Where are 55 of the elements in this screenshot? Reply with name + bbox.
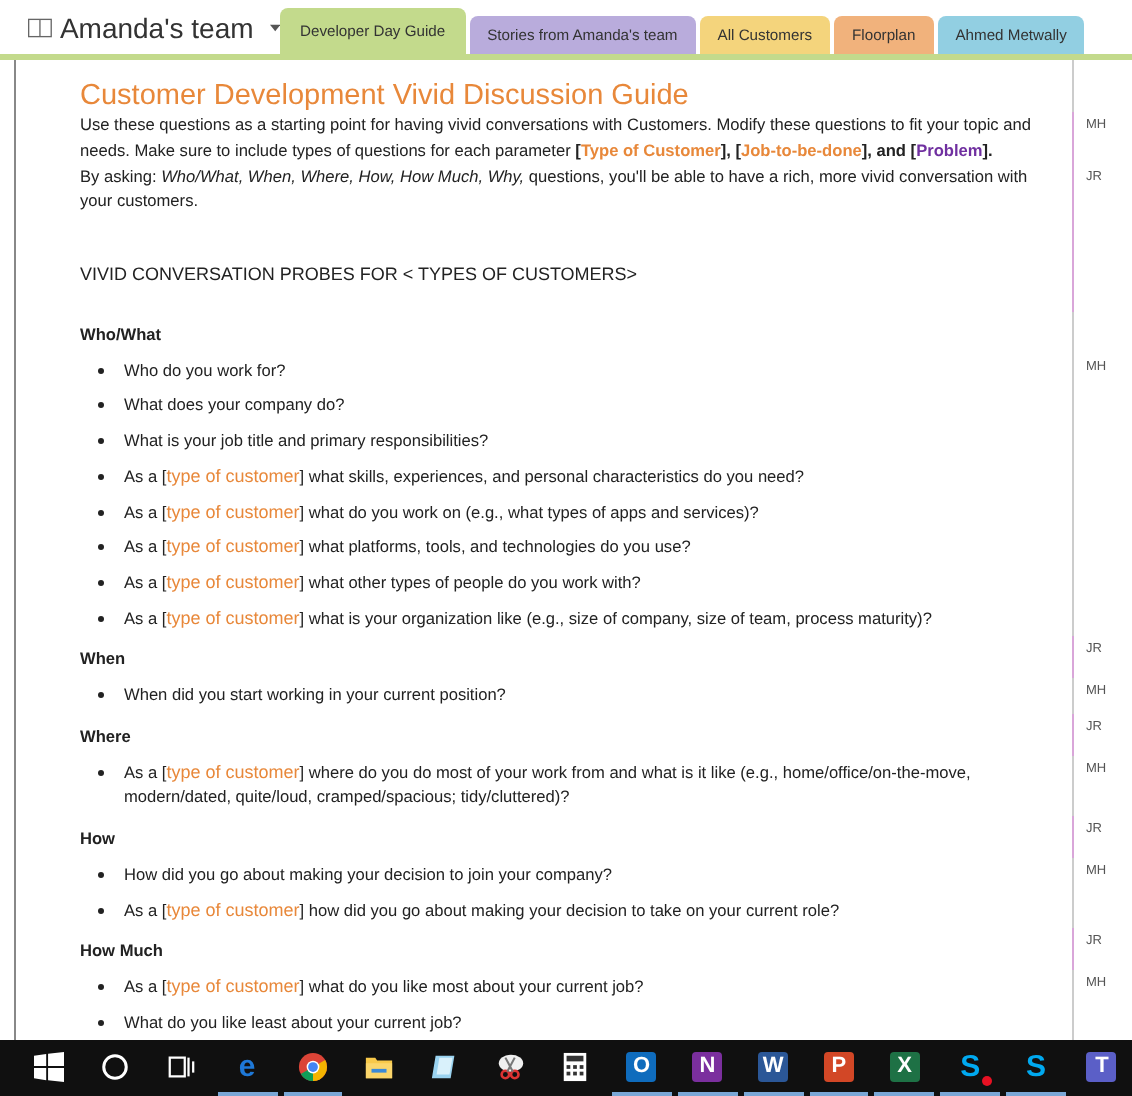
question-text: When did you start working in your current position? bbox=[124, 682, 506, 708]
question-text: Who do you work for? bbox=[124, 357, 286, 384]
paragraph: Use these questions as a starting point for having vivid conversations with Customers. Modify these questions to fit your topic and needs. Make sure to include types of questions for each parameter [Type of Customer], [Job-to-be-done], and [Problem]. bbox=[80, 112, 1033, 164]
question-text: As a [type of customer] what platforms, tools, and technologies do you use? bbox=[124, 534, 691, 561]
bullet-icon bbox=[98, 402, 104, 409]
bullet-icon bbox=[98, 473, 104, 480]
section-heading: When bbox=[80, 646, 126, 673]
question-text: How did you go about making your decision to join your company? bbox=[124, 861, 612, 888]
question-text: As a [type of customer] what do you work on (e.g., what types of apps and services)? bbox=[124, 499, 759, 525]
question-text: What is your job title and primary responsibilities? bbox=[124, 428, 489, 454]
scissors-icon[interactable] bbox=[495, 1051, 526, 1081]
app-icon[interactable]: O bbox=[626, 1051, 657, 1081]
app-icon[interactable]: X bbox=[889, 1051, 920, 1081]
bullet-icon bbox=[98, 907, 104, 914]
bullet-icon bbox=[98, 509, 104, 516]
question-text: As a [type of customer] what do you like most about your current job? bbox=[124, 974, 644, 1000]
section-heading: How bbox=[80, 826, 116, 852]
question-text: What does your company do? bbox=[124, 392, 345, 419]
bullet-icon bbox=[98, 769, 104, 776]
notebook-icon bbox=[28, 15, 52, 39]
app-icon[interactable]: T bbox=[1086, 1051, 1117, 1081]
search-icon[interactable] bbox=[100, 1051, 131, 1081]
app-icon[interactable]: S bbox=[1021, 1051, 1052, 1081]
calculator-icon[interactable] bbox=[560, 1051, 591, 1081]
bullet-icon bbox=[98, 692, 104, 699]
bullet-icon bbox=[98, 1019, 104, 1026]
app-icon[interactable]: W bbox=[758, 1051, 789, 1081]
section-heading: Where bbox=[80, 723, 131, 750]
app-icon[interactable]: e bbox=[232, 1051, 263, 1081]
bullet-icon bbox=[98, 579, 104, 586]
browser-icon[interactable] bbox=[297, 1051, 328, 1081]
question-text: As a [type of customer] what skills, experiences, and personal characteristics do you need? bbox=[124, 463, 805, 490]
notebook-title[interactable]: Amanda's team bbox=[59, 11, 254, 43]
bullet-icon bbox=[98, 871, 104, 878]
bullet-icon bbox=[98, 984, 104, 991]
windows-icon[interactable] bbox=[34, 1051, 65, 1081]
page-title: Customer Development Vivid Discussion Guide bbox=[80, 80, 689, 112]
notepad-icon[interactable] bbox=[429, 1051, 460, 1081]
question-text: As a [type of customer] what is your organization like (e.g., size of company, size of team, process maturity)? bbox=[124, 605, 932, 631]
bullet-icon bbox=[98, 615, 104, 622]
section-heading: Who/What bbox=[80, 321, 162, 348]
app-icon[interactable]: N bbox=[692, 1051, 723, 1081]
section-title: VIVID CONVERSATION PROBES FOR < TYPES OF CUSTOMERS> bbox=[80, 262, 638, 288]
task-view-icon[interactable] bbox=[166, 1051, 197, 1081]
paragraph: By asking: Who/What, When, Where, How, How Much, Why, questions, you'll be able to have a rich, more vivid conversation with your customers. bbox=[80, 163, 1030, 215]
bullet-icon bbox=[98, 438, 104, 445]
question-text: As a [type of customer] how did you go about making your decision to take on your current role? bbox=[124, 897, 840, 923]
bullet-icon bbox=[98, 544, 104, 551]
section-heading: How Much bbox=[80, 938, 163, 965]
question-text: As a [type of customer] what other types of people do you work with? bbox=[124, 569, 641, 596]
bullet-icon bbox=[98, 367, 104, 374]
question-text: As a [type of customer] where do you do most of your work from and what is it like (e.g., home/office/on-the-move, modern/dated, quite/loud, cramped/spacious; tidy/cluttered)? bbox=[124, 759, 973, 811]
app-icon[interactable]: P bbox=[823, 1051, 854, 1081]
question-text: What do you like least about your current job? bbox=[124, 1009, 462, 1035]
caret-icon[interactable] bbox=[269, 23, 280, 31]
